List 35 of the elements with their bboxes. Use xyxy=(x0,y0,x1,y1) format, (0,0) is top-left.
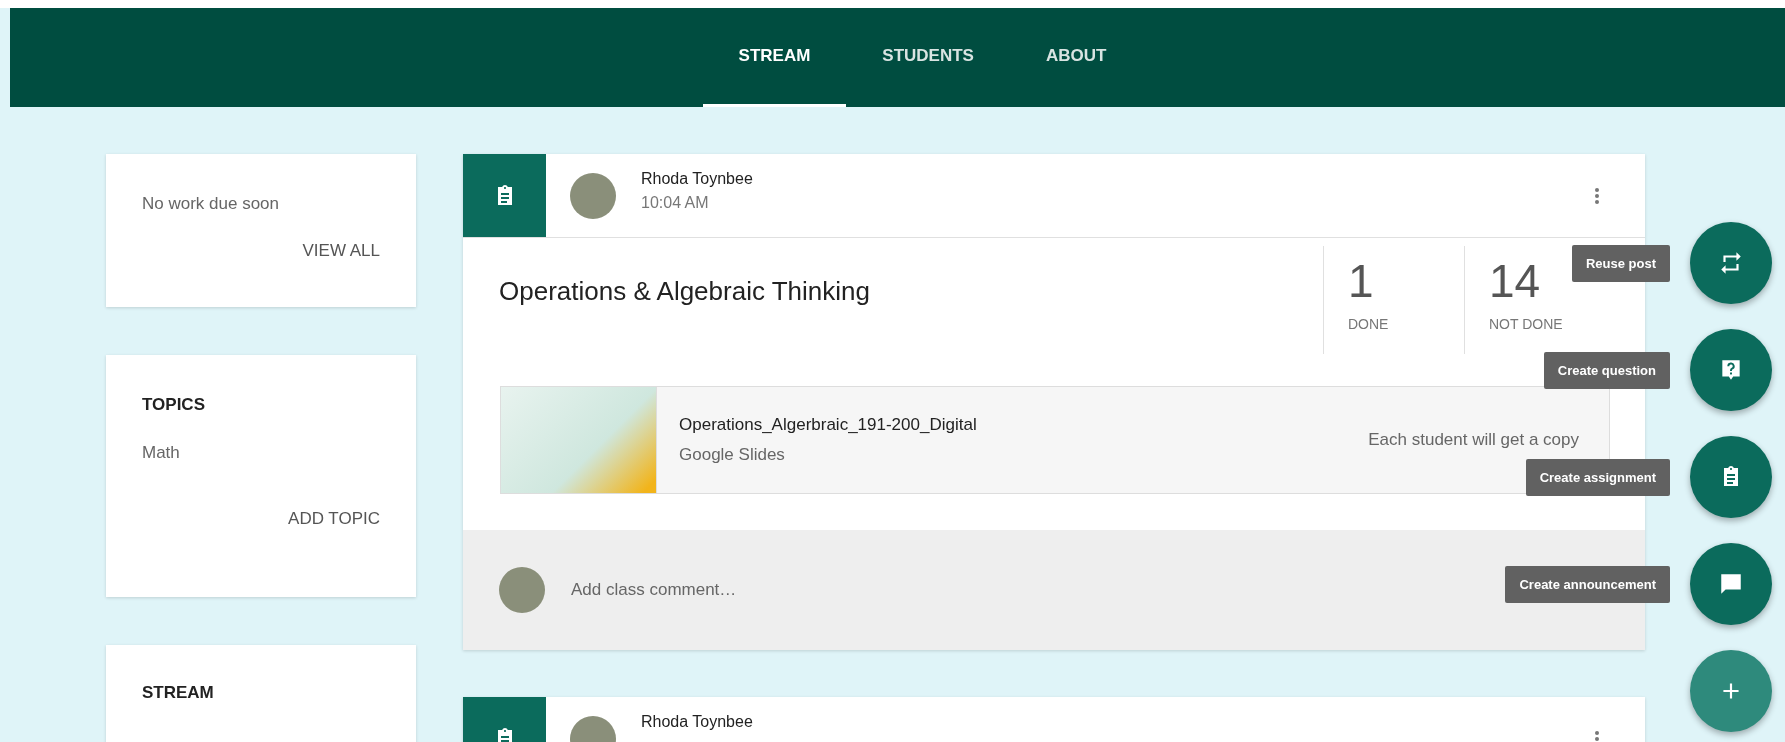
attachment-name: Operations_Algerbraic_191-200_Digital xyxy=(679,415,977,435)
author-name: Rhoda Toynbee xyxy=(641,170,753,188)
action-button[interactable] xyxy=(1690,436,1772,518)
add-topic-link[interactable]: ADD TOPIC xyxy=(288,509,380,529)
tooltip: Create announcement xyxy=(1505,565,1670,603)
stat-label: NOT DONE xyxy=(1489,316,1564,332)
tooltip: Create question xyxy=(1543,351,1670,389)
stream-heading: STREAM xyxy=(142,683,215,703)
stat-value: 14 xyxy=(1489,254,1542,308)
more-options-icon[interactable] xyxy=(1593,728,1601,742)
tab[interactable]: ABOUT xyxy=(1009,8,1143,107)
post-title: Operations & Algebraic Thinking xyxy=(499,276,871,308)
attachment-type: Google Slides xyxy=(679,445,786,465)
add-button[interactable] xyxy=(1690,650,1772,732)
comment-field[interactable]: Add class comment… xyxy=(569,579,1073,601)
tooltip: Reuse post xyxy=(1571,244,1670,282)
view-all-link[interactable]: VIEW ALL xyxy=(302,241,380,261)
avatar xyxy=(499,567,545,613)
avatar xyxy=(570,172,616,219)
action-button[interactable] xyxy=(1690,543,1772,625)
action-button[interactable] xyxy=(1690,329,1772,411)
topic-item[interactable]: Math xyxy=(142,443,380,463)
tooltip: Create assignment xyxy=(1525,458,1670,496)
action-button[interactable] xyxy=(1690,222,1772,304)
post-time: 10:04 AM xyxy=(641,194,710,212)
repeat-icon xyxy=(1718,250,1744,276)
author-name: Rhoda Toynbee xyxy=(641,713,753,731)
tab[interactable]: STUDENTS xyxy=(846,8,1010,107)
stat-label: DONE xyxy=(1348,316,1390,332)
tab[interactable]: STREAM xyxy=(702,8,847,107)
stat-value: 1 xyxy=(1348,254,1375,308)
attachment-note: Each student will get a copy xyxy=(1368,430,1579,450)
upcoming-text: No work due soon xyxy=(142,194,281,214)
more-options-icon[interactable] xyxy=(1593,185,1601,206)
topics-heading: TOPICS xyxy=(142,395,206,415)
